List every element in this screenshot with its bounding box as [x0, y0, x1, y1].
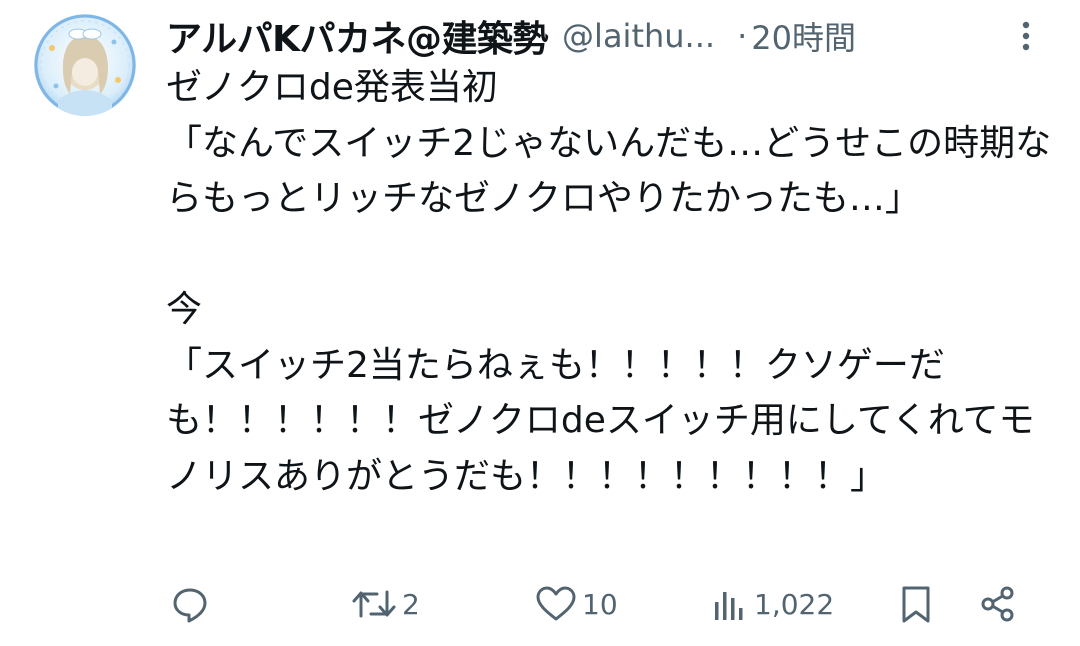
avatar-image [34, 14, 136, 116]
share-icon [981, 586, 1014, 622]
views-icon [715, 592, 743, 620]
reply-button[interactable] [170, 580, 214, 628]
repost-icon [352, 590, 396, 618]
separator-dot: · [737, 17, 748, 55]
tweet-header: アルパKパカネ@建築勢 @laithu... · 20時間 [166, 6, 1060, 66]
reply-icon [173, 588, 207, 623]
more-options-button[interactable] [1012, 16, 1040, 56]
display-name[interactable]: アルパKパカネ@建築勢 [166, 10, 549, 62]
more-vertical-icon [1022, 21, 1030, 51]
repost-count: 2 [402, 587, 420, 621]
bookmark-button[interactable] [896, 580, 936, 628]
heart-icon [536, 586, 576, 621]
bookmark-icon [902, 586, 930, 623]
tweet-text: ゼノクロde発表当初 「なんでスイッチ2じゃないんだも…どうせこの時期ならもっと… [166, 67, 1052, 497]
views-count: 1,022 [754, 587, 835, 621]
repost-button[interactable]: 2 [350, 580, 420, 628]
avatar[interactable] [34, 14, 136, 116]
action-bar: 2 10 1,022 [166, 580, 1046, 628]
like-count: 10 [582, 587, 618, 621]
timestamp[interactable]: 20時間 [751, 13, 856, 59]
user-handle[interactable]: @laithu... [562, 17, 715, 55]
like-button[interactable]: 10 [534, 580, 618, 628]
share-button[interactable] [978, 580, 1018, 628]
views-button[interactable]: 1,022 [710, 580, 834, 628]
